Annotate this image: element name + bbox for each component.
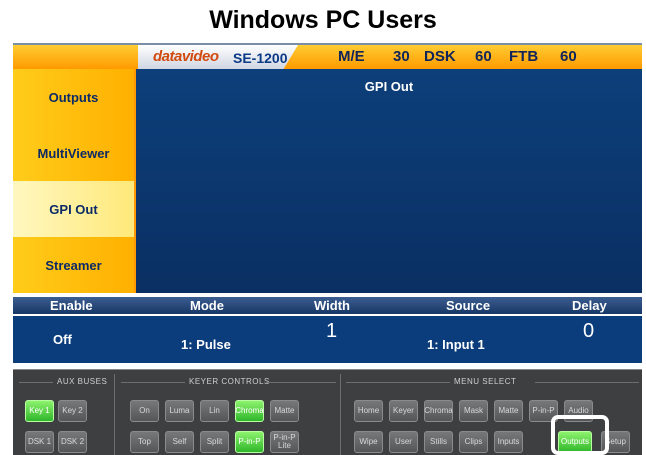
header-width: Width (314, 298, 350, 313)
status-bar: datavideo SE-1200 M/E 30 DSK 60 FTB 60 (13, 43, 642, 69)
panel-title: GPI Out (364, 79, 414, 94)
keyer-on-button[interactable]: On (130, 400, 159, 422)
width-value[interactable]: 1 (326, 320, 337, 343)
divider-line (266, 382, 336, 383)
aux-key1-button[interactable]: Key 1 (25, 400, 54, 422)
settings-values: Off 1: Pulse 1 1: Input 1 0 (13, 316, 642, 363)
status-me-label: M/E (338, 48, 365, 65)
divider-line (19, 382, 53, 383)
sidebar-item-outputs[interactable]: Outputs (13, 69, 134, 125)
menu-keyer-button[interactable]: Keyer (389, 400, 418, 422)
header-mode: Mode (190, 298, 224, 313)
sidebar-item-multiviewer[interactable]: MultiViewer (13, 125, 134, 181)
header-source: Source (446, 298, 491, 313)
sidebar-item-gpi-out[interactable]: GPI Out (13, 181, 134, 237)
menu-clips-button[interactable]: Clips (459, 431, 488, 453)
sidebar-item-label: GPI Out (49, 201, 98, 217)
mode-value[interactable]: 1: Pulse (181, 337, 231, 352)
keyer-pinp-button[interactable]: P-in-P (235, 431, 264, 453)
main-panel: GPI Out (134, 69, 642, 293)
outputs-highlight-box (551, 415, 609, 455)
section-divider (340, 374, 341, 455)
keyer-matte-button[interactable]: Matte (270, 400, 299, 422)
aux-dsk1-button[interactable]: DSK 1 (25, 431, 54, 453)
status-dsk-label: DSK (424, 48, 456, 65)
control-panel: AUX BUSES KEYER CONTROLS MENU SELECT Key… (13, 369, 642, 455)
status-me-value: 30 (393, 48, 410, 65)
divider-line (535, 382, 639, 383)
keyer-luma-button[interactable]: Luma (165, 400, 194, 422)
menu-inputs-button[interactable]: Inputs (494, 431, 523, 453)
model-name: SE-1200 (233, 50, 288, 66)
sidebar-item-streamer[interactable]: Streamer (13, 237, 134, 293)
sidebar-item-label: Outputs (48, 89, 99, 105)
section-divider (114, 374, 115, 455)
status-ftb-value: 60 (560, 48, 577, 65)
keyer-lin-button[interactable]: Lin (200, 400, 229, 422)
brand-logo: datavideo (153, 48, 219, 65)
page-title: Windows PC Users (209, 6, 437, 34)
divider-line (121, 382, 185, 383)
keyer-self-button[interactable]: Self (165, 431, 194, 453)
divider-line (346, 382, 450, 383)
menu-wipe-button[interactable]: Wipe (354, 431, 383, 453)
menu-stills-button[interactable]: Stills (424, 431, 453, 453)
keyer-pinp-lite-button[interactable]: P-in-P Lite (270, 431, 299, 453)
keyer-controls-label: KEYER CONTROLS (189, 377, 270, 386)
keyer-chroma-button[interactable]: Chroma (235, 400, 264, 422)
menu-chroma-button[interactable]: Chroma (424, 400, 453, 422)
header-delay: Delay (572, 298, 607, 313)
menu-mask-button[interactable]: Mask (459, 400, 488, 422)
menu-home-button[interactable]: Home (354, 400, 383, 422)
menu-user-button[interactable]: User (389, 431, 418, 453)
sidebar-item-label: MultiViewer (37, 145, 110, 161)
aux-dsk2-button[interactable]: DSK 2 (58, 431, 87, 453)
aux-buses-label: AUX BUSES (57, 377, 108, 386)
sidebar-item-label: Streamer (45, 257, 102, 273)
keyer-top-button[interactable]: Top (130, 431, 159, 453)
enable-value[interactable]: Off (53, 332, 72, 347)
menu-select-label: MENU SELECT (454, 377, 517, 386)
status-ftb-label: FTB (509, 48, 539, 65)
menu-matte-button[interactable]: Matte (494, 400, 523, 422)
header-enable: Enable (50, 298, 93, 313)
delay-value[interactable]: 0 (583, 320, 594, 343)
status-dsk-value: 60 (475, 48, 492, 65)
sidebar: Outputs MultiViewer GPI Out Streamer (13, 69, 134, 293)
source-value[interactable]: 1: Input 1 (427, 337, 485, 352)
settings-header: Enable Mode Width Source Delay (13, 297, 642, 314)
aux-key2-button[interactable]: Key 2 (58, 400, 87, 422)
keyer-split-button[interactable]: Split (200, 431, 229, 453)
